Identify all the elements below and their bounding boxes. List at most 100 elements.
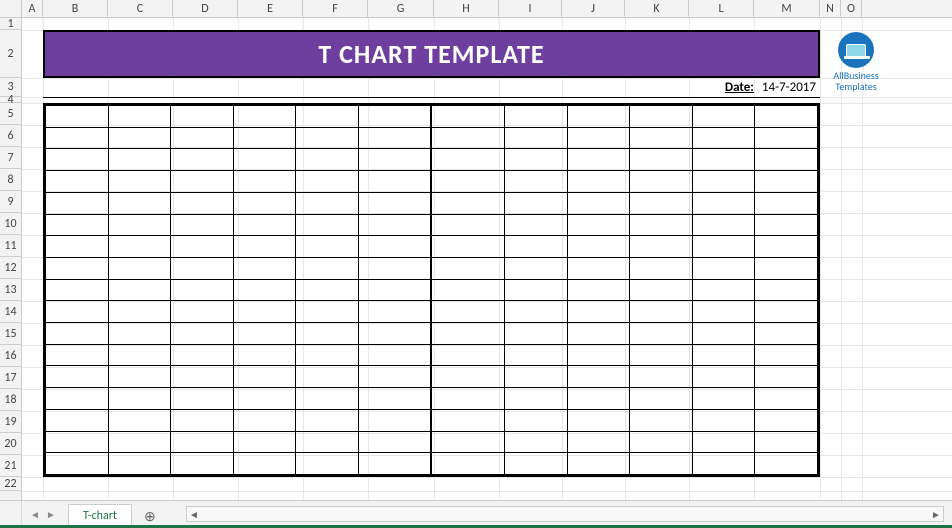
t-chart-cell[interactable]	[296, 344, 359, 366]
t-chart-cell[interactable]	[358, 453, 431, 475]
row-header-8[interactable]: 8	[0, 169, 21, 191]
t-chart-cell[interactable]	[358, 257, 431, 279]
t-chart-cell[interactable]	[358, 301, 431, 323]
t-chart-cell[interactable]	[567, 106, 630, 128]
t-chart-cell[interactable]	[108, 214, 171, 236]
t-chart-cell[interactable]	[358, 214, 431, 236]
t-chart-cell[interactable]	[233, 236, 296, 258]
t-chart-cell[interactable]	[46, 388, 109, 410]
t-chart-cell[interactable]	[567, 257, 630, 279]
row-header-10[interactable]: 10	[0, 213, 21, 235]
t-chart-cell[interactable]	[630, 192, 693, 214]
t-chart-cell[interactable]	[171, 388, 234, 410]
t-chart-cell[interactable]	[505, 366, 568, 388]
t-chart-cell[interactable]	[755, 301, 818, 323]
t-chart-cell[interactable]	[108, 171, 171, 193]
t-chart-cell[interactable]	[358, 344, 431, 366]
t-chart-cell[interactable]	[567, 344, 630, 366]
col-header-A[interactable]: A	[22, 0, 43, 17]
t-chart-cell[interactable]	[358, 192, 431, 214]
t-chart-cell[interactable]	[296, 257, 359, 279]
row-header-12[interactable]: 12	[0, 257, 21, 279]
t-chart-cell[interactable]	[630, 344, 693, 366]
t-chart-cell[interactable]	[358, 431, 431, 453]
t-chart-cell[interactable]	[692, 344, 755, 366]
t-chart-cell[interactable]	[505, 323, 568, 345]
t-chart-cell[interactable]	[755, 431, 818, 453]
row-header-9[interactable]: 9	[0, 191, 21, 213]
t-chart-cell[interactable]	[431, 279, 504, 301]
col-header-D[interactable]: D	[173, 0, 238, 17]
t-chart-cell[interactable]	[505, 149, 568, 171]
row-header-5[interactable]: 5	[0, 103, 21, 125]
t-chart-cell[interactable]	[431, 192, 504, 214]
t-chart-cell[interactable]	[108, 127, 171, 149]
t-chart-cell[interactable]	[46, 453, 109, 475]
t-chart-cell[interactable]	[233, 127, 296, 149]
t-chart-cell[interactable]	[46, 409, 109, 431]
t-chart-cell[interactable]	[171, 149, 234, 171]
t-chart-cell[interactable]	[755, 388, 818, 410]
t-chart-cell[interactable]	[692, 388, 755, 410]
t-chart-cell[interactable]	[108, 323, 171, 345]
t-chart-cell[interactable]	[296, 192, 359, 214]
t-chart-cell[interactable]	[46, 236, 109, 258]
t-chart-cell[interactable]	[171, 192, 234, 214]
col-header-J[interactable]: J	[562, 0, 625, 17]
t-chart-cell[interactable]	[431, 366, 504, 388]
t-chart-cell[interactable]	[233, 106, 296, 128]
t-chart-cell[interactable]	[567, 171, 630, 193]
t-chart-cell[interactable]	[692, 127, 755, 149]
t-chart-cell[interactable]	[630, 171, 693, 193]
t-chart-cell[interactable]	[46, 192, 109, 214]
t-chart-cell[interactable]	[296, 279, 359, 301]
t-chart-cell[interactable]	[171, 323, 234, 345]
t-chart-cell[interactable]	[233, 344, 296, 366]
t-chart-cell[interactable]	[755, 171, 818, 193]
t-chart-cell[interactable]	[296, 214, 359, 236]
t-chart-cell[interactable]	[630, 323, 693, 345]
t-chart-cell[interactable]	[46, 171, 109, 193]
col-header-O[interactable]: O	[841, 0, 862, 17]
col-header-H[interactable]: H	[434, 0, 499, 17]
t-chart-cell[interactable]	[233, 431, 296, 453]
t-chart-cell[interactable]	[171, 366, 234, 388]
t-chart-cell[interactable]	[505, 236, 568, 258]
t-chart-cell[interactable]	[108, 236, 171, 258]
t-chart-cell[interactable]	[358, 149, 431, 171]
t-chart-cell[interactable]	[630, 453, 693, 475]
t-chart-cell[interactable]	[358, 409, 431, 431]
row-header-11[interactable]: 11	[0, 235, 21, 257]
col-header-K[interactable]: K	[625, 0, 689, 17]
scroll-left-icon[interactable]: ◄	[187, 508, 201, 521]
t-chart-cell[interactable]	[358, 388, 431, 410]
t-chart-cell[interactable]	[46, 127, 109, 149]
t-chart-cell[interactable]	[692, 236, 755, 258]
t-chart-cell[interactable]	[630, 409, 693, 431]
t-chart-cell[interactable]	[171, 279, 234, 301]
t-chart-cell[interactable]	[692, 301, 755, 323]
t-chart-cell[interactable]	[692, 192, 755, 214]
t-chart-cell[interactable]	[755, 409, 818, 431]
t-chart-cell[interactable]	[171, 127, 234, 149]
t-chart-cell[interactable]	[358, 323, 431, 345]
t-chart-cell[interactable]	[108, 409, 171, 431]
t-chart-cell[interactable]	[296, 366, 359, 388]
t-chart-cell[interactable]	[171, 453, 234, 475]
t-chart-cell[interactable]	[630, 149, 693, 171]
t-chart-cell[interactable]	[431, 106, 504, 128]
t-chart-cell[interactable]	[46, 323, 109, 345]
t-chart-cell[interactable]	[296, 127, 359, 149]
t-chart-cell[interactable]	[171, 106, 234, 128]
t-chart-cell[interactable]	[358, 106, 431, 128]
scroll-right-icon[interactable]: ►	[929, 508, 943, 521]
t-chart-cell[interactable]	[505, 171, 568, 193]
horizontal-scrollbar[interactable]: ◄ ►	[186, 506, 944, 522]
t-chart-cell[interactable]	[108, 366, 171, 388]
t-chart-cell[interactable]	[505, 388, 568, 410]
t-chart-cell[interactable]	[233, 214, 296, 236]
t-chart-cell[interactable]	[296, 388, 359, 410]
cell-grid[interactable]: T CHART TEMPLATE Date: 14-7-2017 AllBusi…	[22, 18, 952, 500]
col-header-M[interactable]: M	[754, 0, 820, 17]
t-chart-cell[interactable]	[755, 279, 818, 301]
